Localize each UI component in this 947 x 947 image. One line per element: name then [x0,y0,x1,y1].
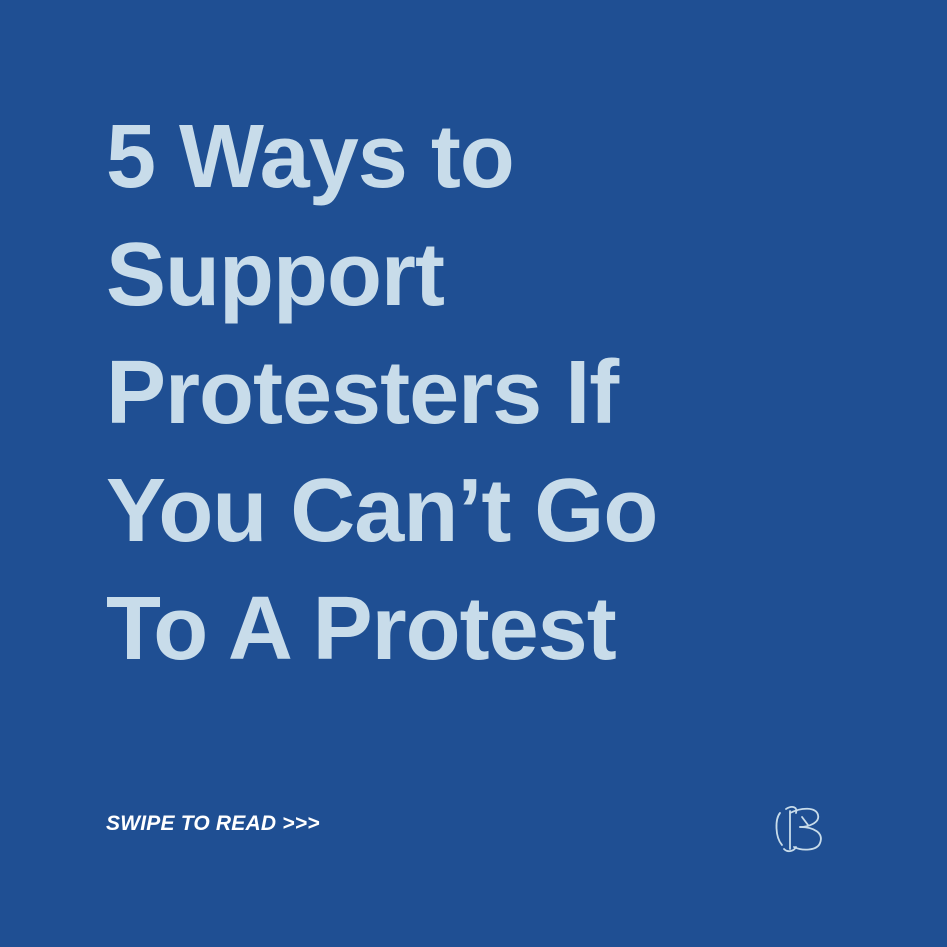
headline-line: Protesters If [106,343,619,443]
swipe-to-read-link[interactable]: SWIPE TO READ >>> [106,812,320,836]
monogram-logo-icon [775,806,822,853]
post-card: 5 Ways to Support Protesters If You Can’… [0,0,947,947]
headline-line: To A Protest [106,579,617,679]
headline-line: You Can’t Go [106,461,658,561]
headline: 5 Ways to Support Protesters If You Can’… [106,98,658,688]
headline-line: 5 Ways to [106,107,515,207]
headline-line: Support [106,225,445,325]
